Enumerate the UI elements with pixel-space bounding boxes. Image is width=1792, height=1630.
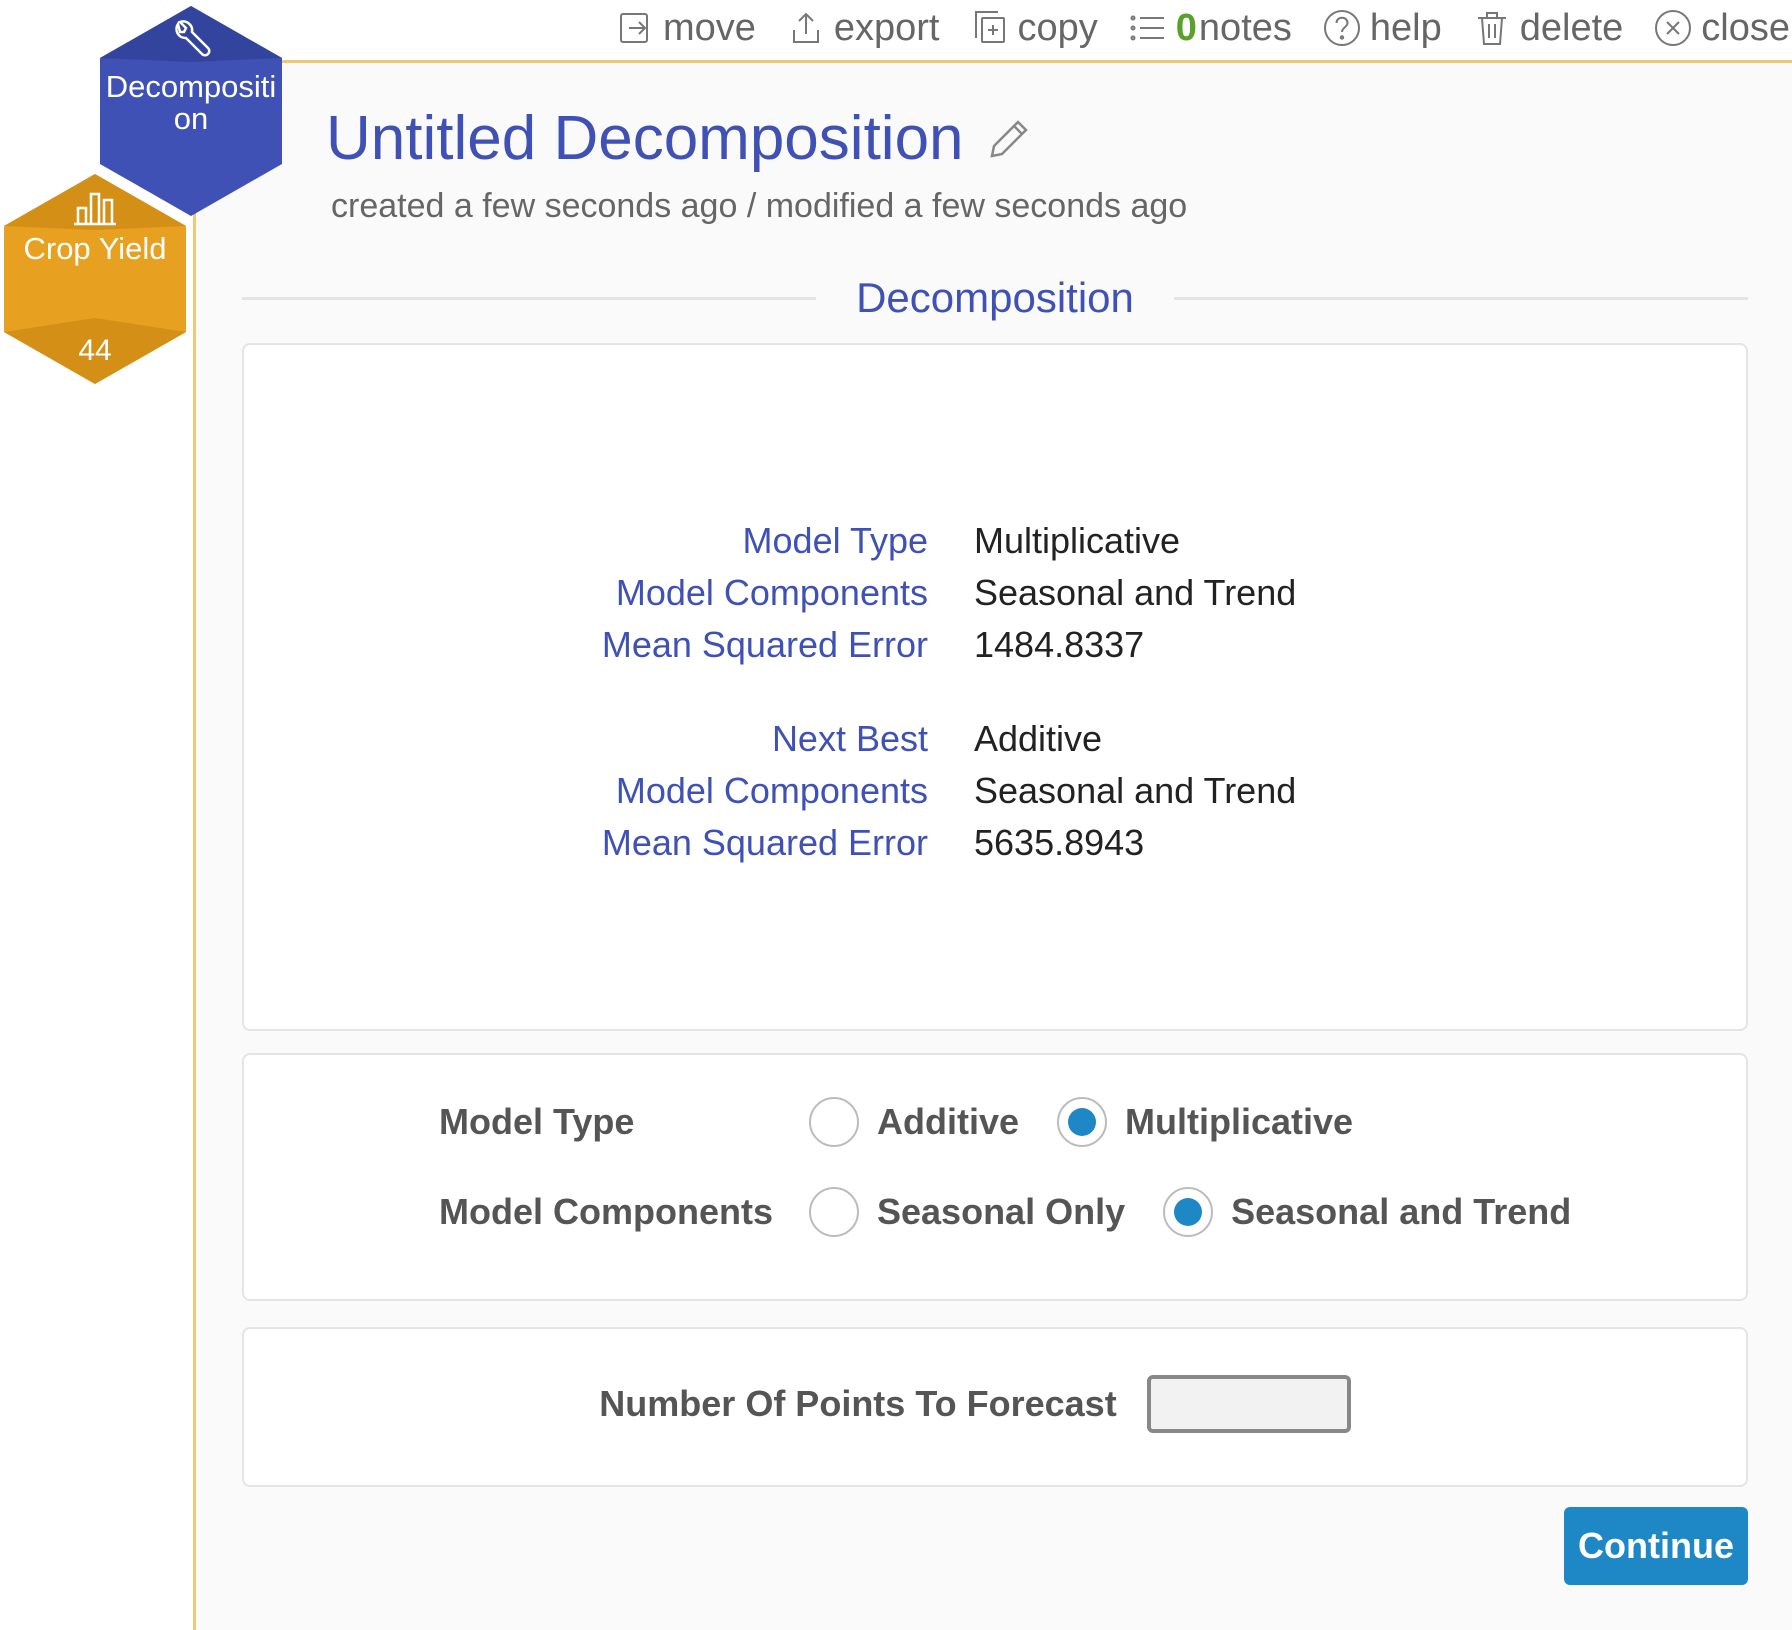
- notes-count: 0: [1175, 6, 1197, 49]
- radio-label: Additive: [877, 1101, 1020, 1142]
- copy-icon: [974, 11, 1005, 43]
- forecast-card: Number Of Points To Forecast: [242, 1327, 1748, 1487]
- result-value: Multiplicative: [974, 520, 1181, 561]
- decomposition-panel: Untitled Decomposition created a few sec…: [193, 60, 1792, 1630]
- result-value: Additive: [974, 718, 1103, 759]
- result-row: Next Best Additive: [244, 713, 1746, 765]
- crop-yield-label: Crop Yield: [23, 231, 167, 266]
- radio-circle[interactable]: [1163, 1187, 1214, 1237]
- radio-multiplicative[interactable]: Multiplicative: [1057, 1097, 1353, 1147]
- model-components-row: Model Components Seasonal Only Seasonal …: [439, 1187, 1609, 1237]
- model-components-radio-group: Seasonal Only Seasonal and Trend: [809, 1187, 1609, 1237]
- trash-icon: [1477, 12, 1506, 45]
- list-icon: [1130, 15, 1164, 41]
- result-row: Model Type Multiplicative: [244, 515, 1746, 567]
- model-type-row: Model Type Additive Multiplicative: [439, 1097, 1391, 1147]
- radio-seasonal-only[interactable]: Seasonal Only: [809, 1187, 1125, 1237]
- notes-button[interactable]: 0notes: [1128, 7, 1292, 50]
- help-button[interactable]: help: [1322, 7, 1442, 50]
- result-key: Mean Squared Error: [601, 624, 928, 665]
- radio-circle[interactable]: [809, 1097, 859, 1147]
- radio-additive[interactable]: Additive: [809, 1097, 1019, 1147]
- forecast-row: Number Of Points To Forecast: [244, 1375, 1746, 1433]
- wrench-icon: [175, 20, 211, 57]
- copy-button[interactable]: copy: [970, 7, 1098, 50]
- delete-label: delete: [1519, 6, 1624, 49]
- close-icon: [1655, 10, 1692, 46]
- results-table: Model Type Multiplicative Model Componen…: [244, 515, 1746, 869]
- decomposition-node-label-1: Decompositi: [105, 69, 277, 104]
- export-button[interactable]: export: [786, 7, 940, 50]
- model-components-label: Model Components: [439, 1191, 773, 1232]
- radio-seasonal-and-trend[interactable]: Seasonal and Trend: [1163, 1187, 1571, 1237]
- pencil-icon[interactable]: [984, 114, 1034, 164]
- result-key: Model Components: [615, 770, 928, 811]
- export-icon: [792, 12, 819, 43]
- result-key: Next Best: [771, 718, 928, 759]
- radio-label: Seasonal Only: [877, 1191, 1126, 1232]
- result-row: Model Components Seasonal and Trend: [244, 567, 1746, 619]
- result-row: Mean Squared Error 5635.8943: [244, 817, 1746, 869]
- continue-button[interactable]: Continue: [1564, 1507, 1748, 1585]
- delete-button[interactable]: delete: [1472, 6, 1624, 50]
- radio-circle[interactable]: [809, 1187, 859, 1237]
- result-key: Model Type: [742, 520, 928, 561]
- move-label: move: [662, 6, 756, 49]
- result-value: Seasonal and Trend: [974, 770, 1297, 811]
- result-value: Seasonal and Trend: [974, 572, 1297, 613]
- model-type-radio-group: Additive Multiplicative: [809, 1097, 1391, 1147]
- export-label: export: [833, 6, 940, 49]
- forecast-label: Number Of Points To Forecast: [599, 1383, 1117, 1424]
- result-value: 1484.8337: [974, 624, 1145, 665]
- section-title: Decomposition: [856, 274, 1134, 321]
- decomposition-node-label-2: on: [173, 101, 209, 136]
- move-button[interactable]: move: [615, 7, 756, 50]
- notes-label: notes: [1198, 6, 1292, 49]
- section-header: Decomposition: [242, 268, 1748, 328]
- crop-yield-node[interactable]: Crop Yield 44: [0, 170, 190, 388]
- move-icon: [619, 13, 648, 43]
- page-title: Untitled Decomposition: [326, 104, 964, 173]
- toolbar: move export copy 0notes help delete clos…: [615, 0, 1792, 56]
- result-key: Mean Squared Error: [601, 822, 928, 863]
- model-type-label: Model Type: [439, 1101, 635, 1142]
- radio-label: Multiplicative: [1125, 1101, 1354, 1142]
- title-row: Untitled Decomposition: [326, 103, 1034, 174]
- bar-chart-icon: [74, 192, 116, 226]
- result-row: Model Components Seasonal and Trend: [244, 765, 1746, 817]
- crop-yield-count: 44: [78, 334, 112, 367]
- help-icon: [1323, 10, 1360, 46]
- result-value: 5635.8943: [974, 822, 1145, 863]
- radio-label: Seasonal and Trend: [1231, 1191, 1572, 1232]
- result-key: Model Components: [615, 572, 928, 613]
- result-row: Mean Squared Error 1484.8337: [244, 619, 1746, 671]
- radio-circle[interactable]: [1057, 1097, 1108, 1147]
- divider-right: [1173, 296, 1748, 300]
- close-button[interactable]: close: [1653, 7, 1790, 50]
- close-label: close: [1701, 6, 1790, 49]
- results-card: Model Type Multiplicative Model Componen…: [242, 343, 1748, 1031]
- options-card: Model Type Additive Multiplicative Model…: [242, 1053, 1748, 1301]
- divider-left: [242, 296, 817, 300]
- help-label: help: [1369, 6, 1442, 49]
- copy-label: copy: [1017, 6, 1098, 49]
- timestamps: created a few seconds ago / modified a f…: [331, 187, 1188, 225]
- forecast-points-input[interactable]: [1146, 1375, 1351, 1433]
